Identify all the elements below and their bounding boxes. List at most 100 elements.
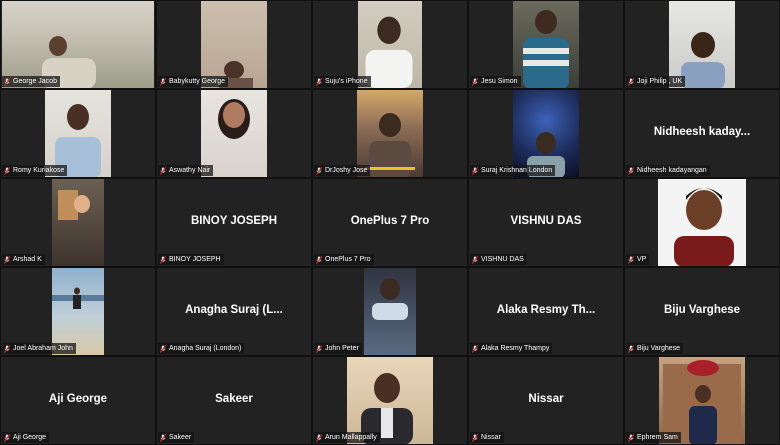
participant-tile[interactable]: John Peter bbox=[312, 267, 468, 356]
participant-name-label: Biju Varghese bbox=[626, 343, 684, 354]
participant-tile[interactable]: BINOY JOSEPH BINOY JOSEPH bbox=[156, 178, 312, 267]
participant-name-label: Aswathy Nair bbox=[158, 165, 214, 176]
participant-video bbox=[357, 90, 423, 177]
participant-name-label: Alaka Resmy Thampy bbox=[470, 343, 553, 354]
participant-name-label: Arun Mallappally bbox=[314, 432, 380, 443]
participant-video bbox=[513, 1, 579, 88]
participant-tile[interactable]: Nissar Nissar bbox=[468, 356, 624, 445]
participant-name: Biju Varghese bbox=[637, 345, 681, 352]
participant-video bbox=[201, 90, 267, 177]
participant-name-label: Joel Abraham John bbox=[2, 343, 76, 354]
participant-name: Jesu Simon bbox=[481, 78, 518, 85]
participant-tile[interactable]: VISHNU DAS VISHNU DAS bbox=[468, 178, 624, 267]
participant-tile[interactable]: Nidheesh kaday... Nidheesh kadayangan bbox=[624, 89, 780, 178]
participant-name-label: John Peter bbox=[314, 343, 362, 354]
participant-name-label: OnePlus 7 Pro bbox=[314, 254, 374, 265]
participant-tile[interactable]: Aji George Aji George bbox=[0, 356, 156, 445]
participant-name: Anagha Suraj (London) bbox=[169, 345, 242, 352]
participant-tile[interactable]: Joji Philip , UK bbox=[624, 0, 780, 89]
participant-tile[interactable]: DrJoshy Jose bbox=[312, 89, 468, 178]
muted-mic-icon bbox=[160, 255, 166, 264]
participant-tile[interactable]: Biju Varghese Biju Varghese bbox=[624, 267, 780, 356]
participant-tile[interactable]: Ephrem Sam bbox=[624, 356, 780, 445]
participant-name-label: Nissar bbox=[470, 432, 504, 443]
participant-video bbox=[658, 179, 746, 266]
participant-video bbox=[364, 268, 416, 355]
participant-video bbox=[2, 1, 154, 88]
participant-name-label: VP bbox=[626, 254, 650, 265]
participant-display-name: Alaka Resmy Th... bbox=[496, 304, 596, 316]
participant-display-name: Biju Varghese bbox=[663, 304, 741, 316]
muted-mic-icon bbox=[472, 344, 478, 353]
participant-tile[interactable]: Joel Abraham John bbox=[0, 267, 156, 356]
participant-name-label: Aji George bbox=[2, 432, 50, 443]
participant-video bbox=[52, 268, 104, 355]
participant-name: OnePlus 7 Pro bbox=[325, 256, 371, 263]
participant-name-label: Suraj Krishnan London bbox=[470, 165, 556, 176]
participant-name-label: Babykutty George bbox=[158, 76, 229, 87]
participant-tile[interactable]: Babykutty George bbox=[156, 0, 312, 89]
participant-name: Aji George bbox=[13, 434, 47, 441]
participant-name-label: Joji Philip , UK bbox=[626, 76, 686, 87]
muted-mic-icon bbox=[316, 433, 322, 442]
participant-tile[interactable]: Anagha Suraj (L... Anagha Suraj (London) bbox=[156, 267, 312, 356]
participant-video bbox=[201, 1, 267, 88]
participant-tile[interactable]: Aswathy Nair bbox=[156, 89, 312, 178]
participant-tile[interactable]: Jesu Simon bbox=[468, 0, 624, 89]
muted-mic-icon bbox=[160, 344, 166, 353]
muted-mic-icon bbox=[4, 77, 10, 86]
muted-mic-icon bbox=[472, 166, 478, 175]
muted-mic-icon bbox=[316, 166, 322, 175]
participant-name: Aswathy Nair bbox=[169, 167, 211, 174]
participant-name-label: Sakeer bbox=[158, 432, 195, 443]
participant-video bbox=[659, 357, 745, 444]
participant-tile[interactable]: OnePlus 7 Pro OnePlus 7 Pro bbox=[312, 178, 468, 267]
participant-display-name: BINOY JOSEPH bbox=[190, 215, 278, 227]
muted-mic-icon bbox=[316, 255, 322, 264]
participant-tile[interactable]: Arun Mallappally bbox=[312, 356, 468, 445]
muted-mic-icon bbox=[316, 344, 322, 353]
participant-video bbox=[45, 90, 111, 177]
muted-mic-icon bbox=[628, 344, 634, 353]
participant-tile[interactable]: Suraj Krishnan London bbox=[468, 89, 624, 178]
participant-name-label: Ephrem Sam bbox=[626, 432, 681, 443]
participant-name-label: George Jacob bbox=[2, 76, 60, 87]
participant-name: Alaka Resmy Thampy bbox=[481, 345, 550, 352]
muted-mic-icon bbox=[628, 166, 634, 175]
participant-video bbox=[513, 90, 579, 177]
participant-name-label: Arshad K bbox=[2, 254, 45, 265]
participant-name-label: Anagha Suraj (London) bbox=[158, 343, 245, 354]
participant-tile[interactable]: George Jacob bbox=[0, 0, 156, 89]
participant-name: Joji Philip , UK bbox=[637, 78, 683, 85]
muted-mic-icon bbox=[472, 77, 478, 86]
participant-display-name: Nidheesh kaday... bbox=[653, 126, 751, 138]
muted-mic-icon bbox=[472, 255, 478, 264]
participant-display-name: Aji George bbox=[48, 393, 108, 405]
participant-name: Arun Mallappally bbox=[325, 434, 377, 441]
participant-name-label: VISHNU DAS bbox=[470, 254, 527, 265]
muted-mic-icon bbox=[4, 255, 10, 264]
participant-name: VISHNU DAS bbox=[481, 256, 524, 263]
participant-name: Nidheesh kadayangan bbox=[637, 167, 707, 174]
participant-tile[interactable]: VP bbox=[624, 178, 780, 267]
muted-mic-icon bbox=[472, 433, 478, 442]
participant-name: Nissar bbox=[481, 434, 501, 441]
participant-name: VP bbox=[637, 256, 647, 263]
participant-tile[interactable]: Suju's iPhone bbox=[312, 0, 468, 89]
participant-tile[interactable]: Sakeer Sakeer bbox=[156, 356, 312, 445]
participant-tile[interactable]: Alaka Resmy Th... Alaka Resmy Thampy bbox=[468, 267, 624, 356]
muted-mic-icon bbox=[628, 433, 634, 442]
participant-name-label: DrJoshy Jose bbox=[314, 165, 371, 176]
participant-name: Joel Abraham John bbox=[13, 345, 73, 352]
muted-mic-icon bbox=[160, 166, 166, 175]
participant-tile[interactable]: Arshad K bbox=[0, 178, 156, 267]
participant-tile[interactable]: Romy Kuriakose bbox=[0, 89, 156, 178]
participant-display-name: Sakeer bbox=[215, 393, 253, 405]
muted-mic-icon bbox=[628, 77, 634, 86]
participant-name: Babykutty George bbox=[169, 78, 226, 85]
participant-name-label: BINOY JOSEPH bbox=[158, 254, 224, 265]
participant-video bbox=[52, 179, 104, 266]
participant-name-label: Suju's iPhone bbox=[314, 76, 371, 87]
participant-display-name: Nissar bbox=[528, 393, 564, 405]
muted-mic-icon bbox=[4, 433, 10, 442]
